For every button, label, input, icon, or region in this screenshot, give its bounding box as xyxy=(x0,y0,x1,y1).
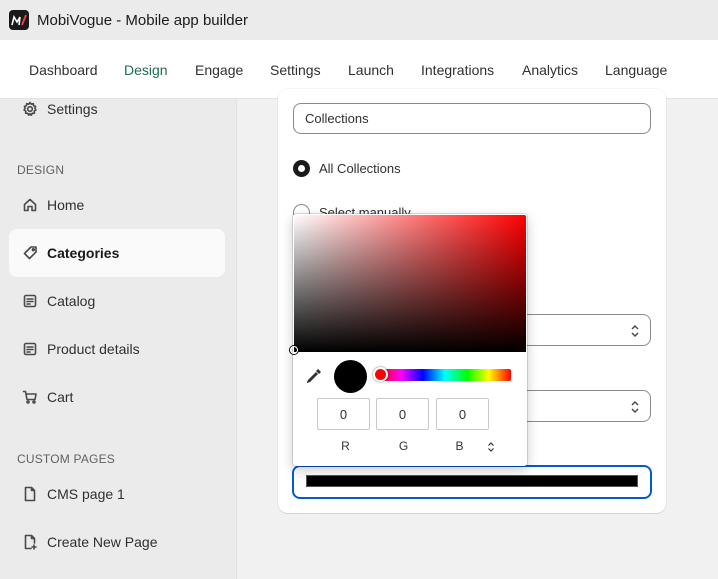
tag-icon xyxy=(21,244,39,262)
blue-value-input[interactable]: 0 xyxy=(436,398,489,430)
sidebar-item-categories[interactable]: Categories xyxy=(9,229,225,277)
tab-engage[interactable]: Engage xyxy=(195,62,243,78)
gear-icon xyxy=(21,100,39,118)
color-swatch xyxy=(306,475,638,487)
new-page-icon xyxy=(21,533,39,551)
color-input[interactable] xyxy=(292,465,652,499)
sidebar-item-catalog[interactable]: Catalog xyxy=(9,278,225,324)
app-logo xyxy=(9,10,29,30)
section-heading-custom-pages: CUSTOM PAGES xyxy=(17,452,115,466)
tab-analytics[interactable]: Analytics xyxy=(522,62,578,78)
tab-language[interactable]: Language xyxy=(605,62,667,78)
tab-integrations[interactable]: Integrations xyxy=(421,62,494,78)
eyedropper-icon[interactable] xyxy=(305,367,323,385)
page-icon xyxy=(21,485,39,503)
green-label: G xyxy=(398,439,409,453)
hue-slider-handle[interactable] xyxy=(373,367,388,382)
red-label: R xyxy=(341,439,350,453)
title-input[interactable]: Collections xyxy=(293,103,651,134)
tab-launch[interactable]: Launch xyxy=(348,62,394,78)
sidebar-item-label: Product details xyxy=(47,341,140,357)
green-value-input[interactable]: 0 xyxy=(376,398,429,430)
home-icon xyxy=(21,196,39,214)
radio-selected-icon xyxy=(293,160,310,177)
color-preview-swatch xyxy=(334,360,367,393)
color-picker: 0 0 0 R G B xyxy=(290,214,527,466)
saturation-handle[interactable] xyxy=(290,346,298,354)
sidebar-item-label: Settings xyxy=(47,101,98,117)
tab-design[interactable]: Design xyxy=(124,62,168,78)
sidebar-item-label: Categories xyxy=(47,245,120,261)
title-bar: MobiVogue - Mobile app builder xyxy=(0,0,718,40)
sidebar-item-cart[interactable]: Cart xyxy=(9,374,225,420)
chevron-up-down-icon xyxy=(631,400,639,414)
saturation-area[interactable] xyxy=(294,215,526,352)
radio-all-collections[interactable]: All Collections xyxy=(293,160,401,177)
tab-settings[interactable]: Settings xyxy=(270,62,321,78)
window-title: MobiVogue - Mobile app builder xyxy=(37,11,248,29)
sidebar-item-create-new-page[interactable]: Create New Page xyxy=(9,519,225,565)
sidebar-item-home[interactable]: Home xyxy=(9,182,225,228)
tab-dashboard[interactable]: Dashboard xyxy=(29,62,98,78)
section-heading-design: DESIGN xyxy=(17,163,65,177)
cart-icon xyxy=(21,388,39,406)
catalog-icon xyxy=(21,340,39,358)
chevron-up-down-icon[interactable] xyxy=(486,441,496,453)
sidebar-item-label: Create New Page xyxy=(47,534,158,550)
catalog-icon xyxy=(21,292,39,310)
hue-slider[interactable] xyxy=(379,369,511,381)
chevron-up-down-icon xyxy=(631,324,639,338)
sidebar-item-label: Home xyxy=(47,197,85,213)
sidebar-item-product-details[interactable]: Product details xyxy=(9,326,225,372)
sidebar-item-label: CMS page 1 xyxy=(47,486,125,502)
blue-label: B xyxy=(455,439,464,453)
sidebar-item-label: Catalog xyxy=(47,293,96,309)
red-value-input[interactable]: 0 xyxy=(317,398,370,430)
sidebar-item-label: Cart xyxy=(47,389,74,405)
sidebar-item-settings[interactable]: Settings xyxy=(9,86,225,132)
radio-label: All Collections xyxy=(319,161,401,176)
sidebar: Settings DESIGN Home Categories Catalog … xyxy=(0,99,237,579)
sidebar-item-cms-page-1[interactable]: CMS page 1 xyxy=(9,471,225,517)
